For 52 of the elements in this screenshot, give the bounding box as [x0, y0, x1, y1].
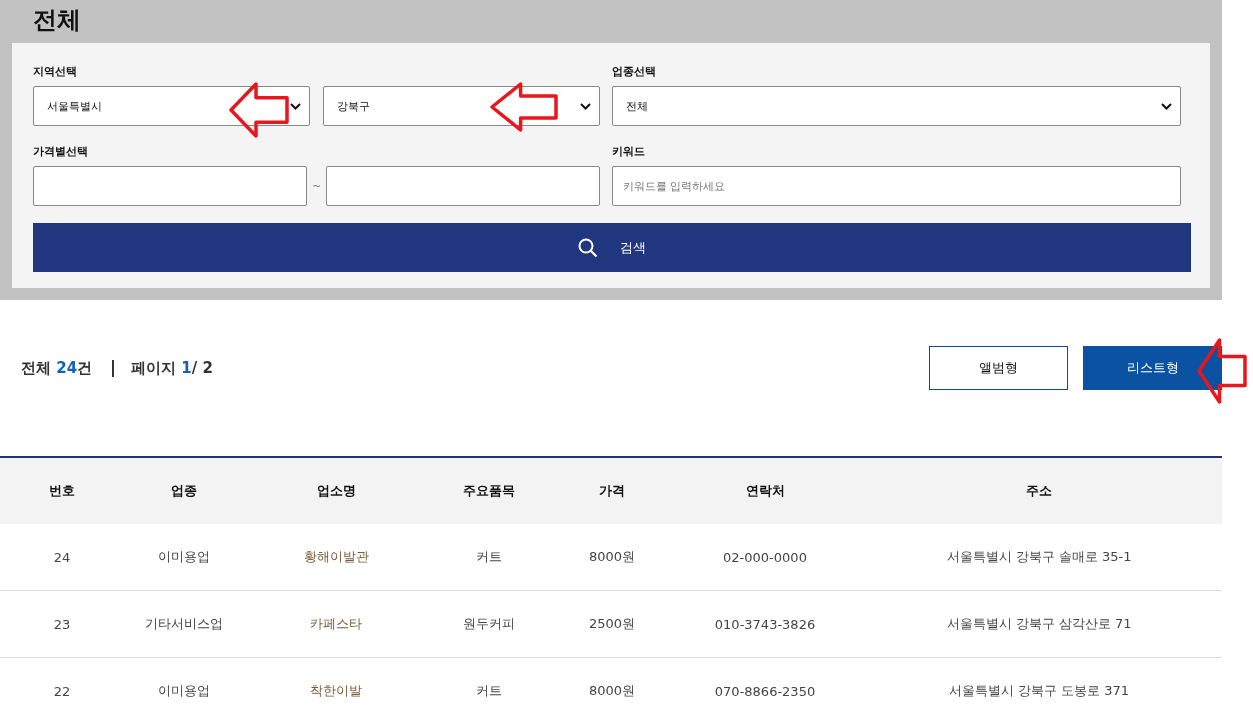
input-field[interactable]	[33, 166, 307, 206]
annotation-arrow	[229, 82, 289, 138]
table-cell: 23	[0, 590, 124, 658]
column-header: 주소	[856, 458, 1222, 524]
table-cell: 8000원	[550, 657, 674, 706]
table-cell: 이미용업	[124, 524, 244, 591]
total-count-text: 전체 24건	[21, 358, 93, 378]
page-count-text: 페이지 1/ 2	[131, 358, 213, 378]
view-toggle-button[interactable]: 앨범형	[929, 346, 1068, 390]
table-cell: 070-8866-2350	[674, 657, 856, 706]
table-cell: 010-3743-3826	[674, 590, 856, 658]
table-cell: 8000원	[550, 524, 674, 591]
column-header: 업소명	[244, 458, 428, 524]
field-label: 지역선택	[33, 64, 78, 80]
table-cell: 서울특별시 강북구 솔매로 35-1	[856, 524, 1222, 591]
chevron-down-icon	[580, 102, 591, 110]
business-name-link[interactable]: 카페스타	[244, 590, 428, 658]
search-button[interactable]: 검색	[33, 223, 1191, 272]
page-title: 전체	[32, 5, 82, 36]
business-name-link[interactable]: 황해이발관	[244, 524, 428, 591]
annotation-arrow	[1197, 338, 1247, 404]
select-field[interactable]: 강북구	[323, 86, 600, 126]
field-label: 키워드	[612, 144, 646, 160]
view-toggle-button[interactable]: 리스트형	[1083, 346, 1222, 390]
column-header: 번호	[0, 458, 124, 524]
column-header: 업종	[124, 458, 244, 524]
annotation-arrow	[490, 82, 558, 132]
table-cell: 원두커피	[428, 590, 550, 658]
chevron-down-icon	[290, 102, 301, 110]
table-cell: 기타서비스업	[124, 590, 244, 658]
table-cell: 커트	[428, 657, 550, 706]
column-header: 주요품목	[428, 458, 550, 524]
keyword-field[interactable]: 키워드를 입력하세요	[612, 166, 1181, 206]
select-field[interactable]: 전체	[612, 86, 1181, 126]
table-cell: 이미용업	[124, 657, 244, 706]
table-cell: 24	[0, 524, 124, 591]
table-cell: 02-000-0000	[674, 524, 856, 591]
business-name-link[interactable]: 착한이발	[244, 657, 428, 706]
table-cell: 서울특별시 강북구 삼각산로 71	[856, 590, 1222, 658]
column-header: 가격	[550, 458, 674, 524]
table-cell: 2500원	[550, 590, 674, 658]
table-cell: 커트	[428, 524, 550, 591]
table-cell: 서울특별시 강북구 도봉로 371	[856, 657, 1222, 706]
column-header: 연락처	[674, 458, 856, 524]
field-label: 업종선택	[612, 64, 657, 80]
chevron-down-icon	[1161, 102, 1172, 110]
search-icon	[578, 237, 598, 258]
input-field[interactable]	[326, 166, 600, 206]
table-cell: 22	[0, 657, 124, 706]
range-separator: ~	[310, 179, 323, 193]
field-label: 가격별선택	[33, 144, 89, 160]
select-field[interactable]: 서울특별시	[33, 86, 310, 126]
